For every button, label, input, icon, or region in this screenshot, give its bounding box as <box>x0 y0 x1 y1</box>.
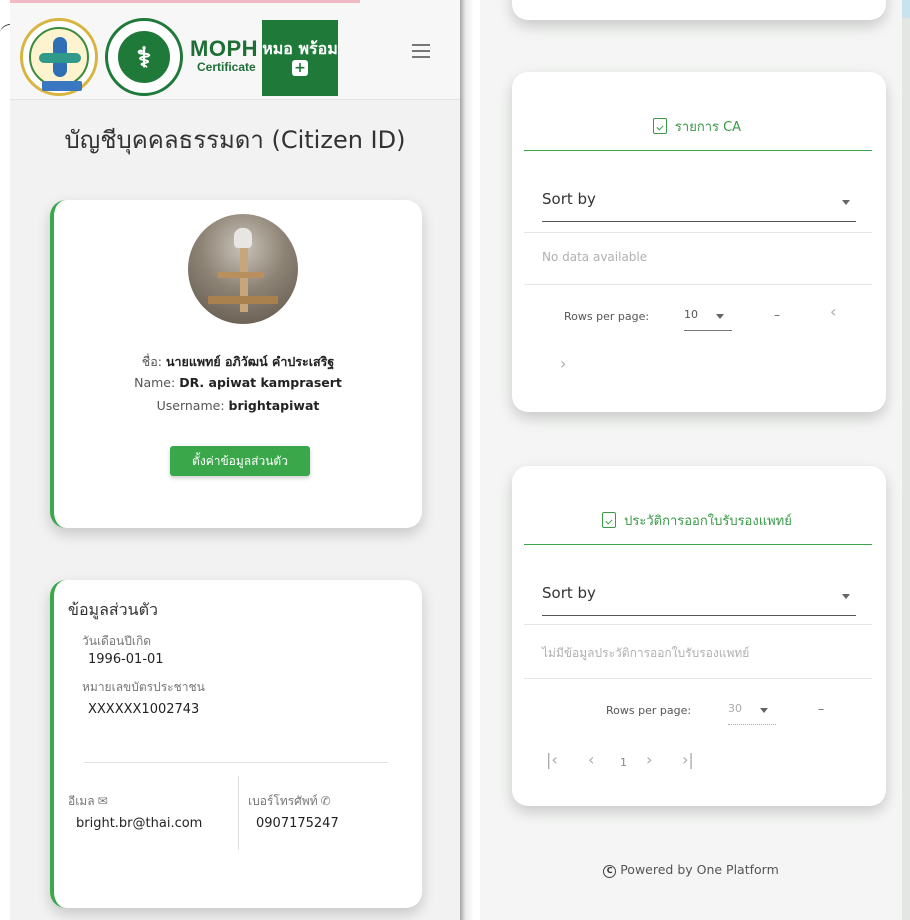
last-page-button[interactable]: ›| <box>682 750 694 769</box>
cert-history-footer-rule <box>524 678 872 679</box>
page-title: บัญชีบุคคลธรรมดา (Citizen ID) <box>64 126 406 154</box>
ministry-public-health-logo: ⚕ <box>105 18 183 96</box>
ca-list-title: รายการ CA <box>674 120 742 135</box>
ca-list-header: รายการ CA <box>524 116 870 137</box>
email-label-group: อีเมล ✉ <box>68 792 108 811</box>
cert-history-rows-per-page-value: 30 <box>728 702 742 715</box>
cert-history-card: ประวัติการออกใบรับรองแพทย์ Sort by ไม่มี… <box>512 466 886 806</box>
phone-value: 0907175247 <box>256 816 339 831</box>
right-edge <box>902 0 910 920</box>
document-check-icon <box>652 118 667 134</box>
moph-title: MOPH <box>190 36 258 61</box>
ca-next-page-button[interactable]: › <box>560 354 566 373</box>
profile-card: ชื่อ: นายแพทย์ อภิวัฒน์ คำประเสริฐ Name:… <box>50 200 422 528</box>
mail-icon: ✉ <box>97 794 108 808</box>
cert-history-rows-per-page-select[interactable]: 30 <box>728 702 776 725</box>
thai-name-line: ชื่อ: นายแพทย์ อภิวัฒน์ คำประเสริฐ <box>54 352 422 372</box>
medical-document-icon <box>602 512 617 528</box>
chevron-down-icon <box>842 200 850 205</box>
government-seal-logo <box>20 18 98 96</box>
footer-text: Powered by One Platform <box>620 862 779 877</box>
ca-prev-page-button[interactable]: ‹ <box>830 302 836 321</box>
info-divider <box>84 762 388 763</box>
username-value: brightapiwat <box>228 398 320 413</box>
moph-subtitle: Certificate <box>197 60 256 74</box>
chevron-down-icon <box>716 314 724 319</box>
ca-empty-text: No data available <box>542 250 648 264</box>
first-page-button[interactable]: |‹ <box>546 750 558 769</box>
ca-rows-per-page-select[interactable]: 10 <box>684 308 732 331</box>
chevron-down-icon <box>760 708 768 713</box>
current-page-number[interactable]: 1 <box>620 756 627 769</box>
ca-page-range: – <box>774 308 780 322</box>
ca-table-header-rule <box>524 232 872 233</box>
copyright-icon: C <box>603 865 617 878</box>
ca-list-card: รายการ CA Sort by No data available Rows… <box>512 72 886 412</box>
thai-name-value: นายแพทย์ อภิวัฒน์ คำประเสริฐ <box>165 354 335 369</box>
ca-sort-label: Sort by <box>542 190 596 208</box>
hamburger-icon[interactable] <box>412 44 430 58</box>
thai-name-label: ชื่อ: <box>141 354 162 369</box>
profile-settings-button[interactable]: ตั้งค่าข้อมูลส่วนตัว <box>170 446 310 476</box>
name-label: Name: <box>134 375 176 390</box>
phone-icon: ✆ <box>320 794 331 808</box>
avatar <box>188 214 298 324</box>
cert-history-title: ประวัติการออกใบรับรองแพทย์ <box>624 514 792 529</box>
app-header: ⚕ MOPH Certificate หมอ พร้อม + <box>10 0 460 100</box>
cert-history-header: ประวัติการออกใบรับรองแพทย์ <box>524 510 870 531</box>
info-vertical-divider <box>238 776 239 850</box>
footer: C Powered by One Platform <box>480 862 902 878</box>
header-accent-line <box>10 0 360 3</box>
cert-history-rows-per-page-label: Rows per page: <box>606 704 692 717</box>
citizen-id-label: หมายเลขบัตรประชาชน <box>82 680 205 694</box>
birthdate-label: วันเดือนปีเกิด <box>82 634 152 648</box>
cert-history-page-range: – <box>818 702 824 716</box>
chevron-down-icon <box>842 594 850 599</box>
left-screen: ⚕ MOPH Certificate หมอ พร้อม + บัญชีบุคค… <box>10 0 460 920</box>
phone-label: เบอร์โทรศัพท์ <box>248 794 318 808</box>
personal-info-card: ข้อมูลส่วนตัว วันเดือนปีเกิด 1996-01-01 … <box>50 580 422 908</box>
birthdate-value: 1996-01-01 <box>88 652 164 667</box>
email-value: bright.br@thai.com <box>76 816 203 831</box>
phone-label-group: เบอร์โทรศัพท์ ✆ <box>248 792 331 811</box>
cert-history-title-rule <box>524 544 872 545</box>
email-label: อีเมล <box>68 794 95 808</box>
name-value: DR. apiwat kamprasert <box>179 375 342 390</box>
cert-history-header-rule <box>524 624 872 625</box>
panel-shadow <box>460 0 474 920</box>
citizen-id-value: XXXXXX1002743 <box>88 702 200 717</box>
username-line: Username: brightapiwat <box>54 398 422 413</box>
cert-history-sort-select[interactable]: Sort by <box>542 584 856 616</box>
cert-history-empty-text: ไม่มีข้อมูลประวัติการออกใบรับรองแพทย์ <box>542 646 750 660</box>
prev-page-button[interactable]: ‹ <box>588 750 594 769</box>
personal-info-title: ข้อมูลส่วนตัว <box>68 600 158 619</box>
medical-cross-icon: + <box>291 60 308 76</box>
app-logo-text: หมอ พร้อม <box>262 39 338 58</box>
next-page-button[interactable]: › <box>646 750 652 769</box>
moph-certificate-logo: MOPH Certificate <box>190 38 270 78</box>
username-label: Username: <box>156 398 225 413</box>
ca-sort-select[interactable]: Sort by <box>542 190 856 222</box>
name-line: Name: DR. apiwat kamprasert <box>54 375 422 390</box>
cert-history-sort-label: Sort by <box>542 584 596 602</box>
previous-card-bottom <box>512 0 886 20</box>
ca-table-footer-rule <box>524 284 872 285</box>
ca-rows-per-page-value: 10 <box>684 308 698 321</box>
ca-title-rule <box>524 150 872 151</box>
mor-prom-app-logo: หมอ พร้อม + <box>262 20 338 96</box>
ca-rows-per-page-label: Rows per page: <box>564 310 650 323</box>
